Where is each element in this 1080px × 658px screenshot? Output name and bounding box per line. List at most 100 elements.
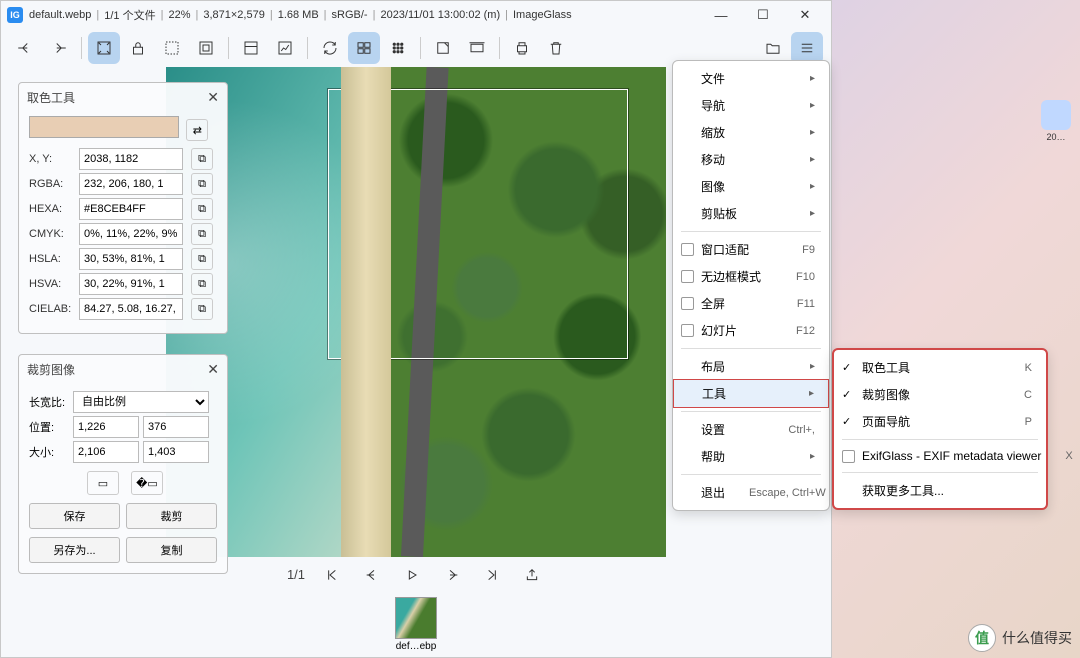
crop-select-all-button[interactable]: ▭ <box>87 471 119 495</box>
menu-borderless[interactable]: 无边框模式F10 <box>673 263 829 290</box>
delete-button[interactable] <box>540 32 572 64</box>
lock-zoom-button[interactable] <box>122 32 154 64</box>
copy-cmyk-button[interactable]: ⧉ <box>191 223 213 245</box>
desktop-shortcut-label: 20… <box>1046 132 1065 142</box>
app-icon: IG <box>7 7 23 23</box>
window-close-button[interactable]: ✕ <box>785 1 825 29</box>
color-picker-close-button[interactable]: ✕ <box>207 89 219 106</box>
title-datetime: 2023/11/01 13:00:02 (m) <box>380 9 500 21</box>
refresh-button[interactable] <box>314 32 346 64</box>
crop-panel[interactable]: 裁剪图像 ✕ 长宽比: 自由比例 位置: 大小: ▭ �▭ 保存 裁剪 另存为.… <box>18 354 228 574</box>
nav-forward-button[interactable] <box>43 32 75 64</box>
thumbnail-item[interactable]: def…ebp <box>391 597 441 652</box>
chart-button[interactable] <box>269 32 301 64</box>
nav-back-button[interactable] <box>9 32 41 64</box>
auto-zoom-button[interactable] <box>190 32 222 64</box>
crop-y-input[interactable] <box>143 416 209 438</box>
copy-rgba-button[interactable]: ⧉ <box>191 173 213 195</box>
crop-apply-button[interactable]: 裁剪 <box>126 503 217 529</box>
menu-move[interactable]: 移动▸ <box>673 146 829 173</box>
menu-navigation[interactable]: 导航▸ <box>673 92 829 119</box>
share-button[interactable] <box>519 562 545 588</box>
window-minimize-button[interactable]: — <box>701 1 741 29</box>
crop-panel-title: 裁剪图像 <box>27 361 75 378</box>
copy-hsva-button[interactable]: ⧉ <box>191 273 213 295</box>
displayed-image <box>166 67 666 557</box>
toolbar-divider <box>228 37 229 59</box>
crop-selection-rect[interactable] <box>328 89 628 359</box>
swap-color-button[interactable]: ⇄ <box>186 119 208 141</box>
aspect-ratio-select[interactable]: 自由比例 <box>73 391 209 413</box>
tools-submenu: ✓取色工具K ✓裁剪图像C ✓页面导航P ExifGlass - EXIF me… <box>832 348 1048 510</box>
copy-cielab-button[interactable]: ⧉ <box>191 298 213 320</box>
color-picker-title: 取色工具 <box>27 89 75 106</box>
main-menu-button[interactable] <box>791 32 823 64</box>
play-slideshow-button[interactable] <box>399 562 425 588</box>
fullscreen-button[interactable] <box>461 32 493 64</box>
prev-image-button[interactable] <box>359 562 385 588</box>
hsva-input[interactable] <box>79 273 183 295</box>
crop-saveas-button[interactable]: 另存为... <box>29 537 120 563</box>
next-image-button[interactable] <box>439 562 465 588</box>
title-filename: default.webp <box>29 9 91 21</box>
menu-tools[interactable]: 工具▸ <box>673 379 829 408</box>
menu-exit[interactable]: 退出Escape, Ctrl+W <box>673 479 829 506</box>
menu-fit-window[interactable]: 窗口适配F9 <box>673 236 829 263</box>
last-image-button[interactable] <box>479 562 505 588</box>
window-fit-button[interactable] <box>427 32 459 64</box>
menu-image[interactable]: 图像▸ <box>673 173 829 200</box>
title-dimensions: 3,871×2,579 <box>203 9 264 21</box>
first-image-button[interactable] <box>319 562 345 588</box>
hsla-input[interactable] <box>79 248 183 270</box>
menu-file[interactable]: 文件▸ <box>673 65 829 92</box>
menu-settings[interactable]: 设置Ctrl+, <box>673 416 829 443</box>
open-file-button[interactable] <box>757 32 789 64</box>
menu-separator <box>681 348 821 349</box>
submenu-more-tools[interactable]: 获取更多工具... <box>834 477 1046 504</box>
submenu-color-picker[interactable]: ✓取色工具K <box>834 354 1046 381</box>
submenu-crop[interactable]: ✓裁剪图像C <box>834 381 1046 408</box>
menu-help[interactable]: 帮助▸ <box>673 443 829 470</box>
scale-to-fit-button[interactable] <box>235 32 267 64</box>
submenu-page-nav[interactable]: ✓页面导航P <box>834 408 1046 435</box>
crop-save-button[interactable]: 保存 <box>29 503 120 529</box>
titlebar[interactable]: IG default.webp | 1/1 个文件 | 22% | 3,871×… <box>1 1 831 29</box>
crop-panel-close-button[interactable]: ✕ <box>207 361 219 378</box>
cmyk-input[interactable] <box>79 223 183 245</box>
crop-w-input[interactable] <box>73 441 139 463</box>
window-maximize-button[interactable]: ☐ <box>743 1 783 29</box>
desktop-shortcut[interactable]: 20… <box>1038 100 1074 142</box>
crop-h-input[interactable] <box>143 441 209 463</box>
fit-window-button[interactable] <box>88 32 120 64</box>
menu-fullscreen[interactable]: 全屏F11 <box>673 290 829 317</box>
menu-slideshow[interactable]: 幻灯片F12 <box>673 317 829 344</box>
color-swatch <box>29 116 179 138</box>
actual-size-button[interactable] <box>156 32 188 64</box>
menu-layout[interactable]: 布局▸ <box>673 353 829 380</box>
print-button[interactable] <box>506 32 538 64</box>
submenu-exifglass[interactable]: ExifGlass - EXIF metadata viewerX <box>834 444 1046 468</box>
copy-hexa-button[interactable]: ⧉ <box>191 198 213 220</box>
crop-copy-button[interactable]: 复制 <box>126 537 217 563</box>
watermark: 值 什么值得买 <box>968 624 1072 652</box>
toolbar-divider <box>499 37 500 59</box>
title-zoom: 22% <box>168 9 190 21</box>
rgba-input[interactable] <box>79 173 183 195</box>
xy-input[interactable] <box>79 148 183 170</box>
hexa-input[interactable] <box>79 198 183 220</box>
menu-separator <box>681 474 821 475</box>
thumbnail-bar-button[interactable] <box>348 32 380 64</box>
toolbar-divider <box>307 37 308 59</box>
cielab-input[interactable] <box>79 298 183 320</box>
grid-button[interactable] <box>382 32 414 64</box>
crop-x-input[interactable] <box>73 416 139 438</box>
copy-xy-button[interactable]: ⧉ <box>191 148 213 170</box>
color-picker-panel[interactable]: 取色工具 ✕ ⇄ X, Y:⧉ RGBA:⧉ HEXA:⧉ CMYK:⧉ HSL… <box>18 82 228 334</box>
menu-zoom[interactable]: 缩放▸ <box>673 119 829 146</box>
crop-reset-button[interactable]: �▭ <box>131 471 163 495</box>
copy-hsla-button[interactable]: ⧉ <box>191 248 213 270</box>
menu-clipboard[interactable]: 剪贴板▸ <box>673 200 829 227</box>
watermark-badge: 值 <box>968 624 996 652</box>
menu-separator <box>681 231 821 232</box>
main-menu: 文件▸ 导航▸ 缩放▸ 移动▸ 图像▸ 剪贴板▸ 窗口适配F9 无边框模式F10… <box>672 60 830 511</box>
